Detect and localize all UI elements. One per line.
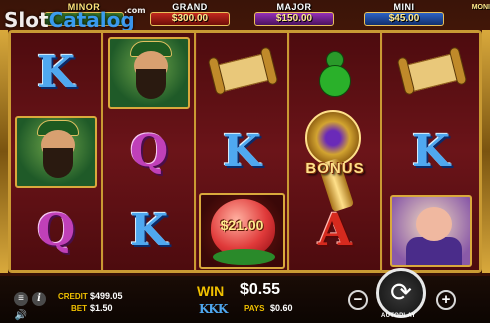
jackpot-major-title: MAJOR — [276, 2, 312, 12]
bonus-label: BONUS — [305, 160, 365, 177]
credit-label: CREDIT — [58, 292, 88, 301]
scroll-icon — [206, 45, 279, 96]
win-label: WIN — [197, 283, 225, 299]
jackpot-grand: GRAND $300.00 — [146, 2, 234, 28]
symbol-q: Q — [36, 205, 76, 256]
reel-1: K Q — [11, 33, 103, 270]
symbol-k: K — [129, 205, 169, 256]
reel-5: K — [383, 33, 479, 270]
bet-increase-button[interactable]: + — [436, 290, 456, 310]
reel-3: K $21.00 — [197, 33, 289, 270]
gourd-bottom — [319, 64, 351, 97]
pig-symbol — [390, 194, 472, 267]
jackpot-major-value: $150.00 — [254, 12, 334, 26]
reel-1-cell-1: K — [11, 33, 101, 112]
guan-yu-symbol — [15, 115, 97, 188]
jackpot-grand-value: $300.00 — [150, 12, 230, 26]
guan-yu-symbol — [108, 36, 190, 109]
reel-1-cell-3: Q — [11, 191, 101, 270]
pig-face — [416, 206, 452, 241]
leaf-icon — [213, 248, 275, 265]
menu-icon[interactable]: ≡ — [14, 292, 28, 306]
jackpot-extra-label: MONI — [471, 4, 490, 11]
warrior-beard — [136, 68, 166, 99]
symbol-k: K — [411, 126, 451, 177]
bet-label: BET — [71, 304, 87, 313]
jackpot-major: MAJOR $150.00 — [250, 2, 338, 28]
pays-value: $0.60 — [270, 303, 293, 313]
win-value: $0.55 — [240, 281, 281, 298]
reel-3-cell-2: K — [197, 112, 287, 191]
watermark-logo: SlotCatalog .com — [4, 6, 146, 32]
control-bar: ≡ i 🔊 CREDIT $499.05 BET $1.50 WIN $0.55… — [0, 268, 490, 323]
bonus-scatter-symbol: BONUS — [287, 110, 383, 220]
reel-5-cell-1 — [383, 33, 479, 112]
reel-5-cell-2: K — [383, 112, 479, 191]
jackpot-mini-title: MINI — [393, 2, 415, 12]
symbol-k: K — [222, 126, 262, 177]
reel-2: Q K — [104, 33, 196, 270]
logo-com: .com — [124, 6, 146, 15]
reel-5-cell-3 — [383, 191, 479, 270]
reel-frame: K Q Q K K $21.00 A K — [8, 30, 482, 273]
reel-4-cell-1 — [290, 33, 380, 112]
reel-3-cell-3: $21.00 — [197, 191, 287, 270]
symbol-k: K — [36, 47, 76, 98]
peach-value: $21.00 — [220, 216, 264, 233]
credit-value: $499.05 — [90, 291, 123, 301]
reel-3-cell-1 — [197, 33, 287, 112]
jackpot-grand-title: GRAND — [172, 2, 208, 12]
spin-button[interactable]: ⟳ — [376, 268, 426, 318]
spin-arrows-icon: ⟳ — [390, 277, 412, 307]
gourd-icon — [317, 47, 353, 99]
bonus-gem-icon — [305, 110, 361, 166]
pig-body — [406, 236, 462, 265]
bet-decrease-button[interactable]: − — [348, 290, 368, 310]
logo-slot: Slot — [4, 8, 49, 32]
right-ornament — [482, 30, 490, 273]
bet-value: $1.50 — [90, 303, 113, 313]
info-icon[interactable]: i — [32, 292, 46, 306]
peach-money-symbol: $21.00 — [199, 192, 285, 269]
autoplay-button[interactable]: AUTOPLAY — [381, 313, 416, 319]
left-ornament — [0, 30, 8, 273]
slot-game-screen: MINOR GRAND $300.00 MAJOR $150.00 MINI $… — [0, 0, 490, 323]
speaker-icon[interactable]: 🔊 — [14, 309, 28, 323]
symbol-q: Q — [129, 126, 169, 177]
reel-1-cell-2 — [11, 112, 101, 191]
jackpot-mini: MINI $45.00 — [360, 2, 448, 28]
pays-label: PAYS — [244, 304, 265, 313]
reel-2-cell-2: Q — [104, 112, 194, 191]
jackpot-mini-value: $45.00 — [364, 12, 444, 26]
scroll-icon — [395, 45, 468, 96]
warrior-beard — [43, 147, 73, 178]
logo-catalog: Catalog — [48, 8, 135, 32]
reel-2-cell-1 — [104, 33, 194, 112]
winning-symbols: KKK — [199, 302, 228, 316]
reel-2-cell-3: K — [104, 191, 194, 270]
